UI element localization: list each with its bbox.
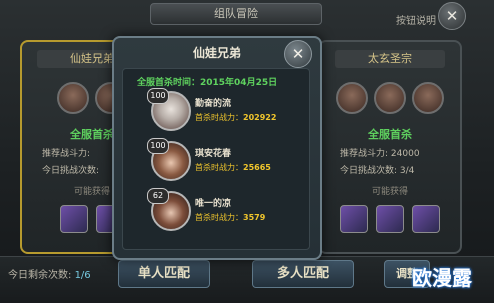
rewards-label: 可能获得 [371,187,408,197]
power-label: 首杀时战力： [195,113,243,122]
team-member: 100 勤奋的流 首杀时战力：202922 [147,88,301,131]
challenge-count-row: 今日挑战次数: 3/4 [340,163,460,176]
help-link[interactable]: 按钮说明 [396,12,436,27]
boss-avatars [320,82,460,114]
modal-content: 全服首杀时间：2015年04月25日 100 勤奋的流 首杀时战力：202922… [122,68,310,250]
level-badge: 62 [147,188,169,204]
watermark: 欧漫露 [412,266,472,290]
remaining-label: 今日剩余次数: [8,270,72,281]
player-power: 首杀时战力：25665 [195,162,271,173]
boss-avatar [412,82,444,114]
first-kill-time: 全服首杀时间：2015年04月25日 [137,78,278,88]
reward-items [320,205,460,233]
recommend-power-value: 24000 [390,149,420,159]
power-label: 首杀时战力： [195,213,243,222]
challenge-count-value: 3/4 [399,166,415,176]
player-power: 首杀时战力：202922 [195,112,276,123]
close-icon: ✕ [445,7,459,25]
team-member: 62 唯一的凉 首杀时战力：3579 [147,188,301,231]
level-badge: 100 [147,138,169,154]
close-icon: ✕ [291,45,305,63]
boss-avatar [57,82,89,114]
remaining-count: 今日剩余次数: 1/6 [8,266,91,281]
first-kill-label[interactable]: 全服首杀 [320,126,460,142]
reward-item-icon[interactable] [340,205,368,233]
player-name: 唯一的凉 [195,199,232,209]
level-badge: 100 [147,88,169,104]
reward-item-icon[interactable] [376,205,404,233]
page-title: 组队冒险 [150,3,322,25]
team-member: 100 琪安花春 首杀时战力：25665 [147,138,301,181]
dungeon-card-title: 太玄圣宗 [335,50,445,68]
boss-avatar [374,82,406,114]
multi-match-button[interactable]: 多人匹配 [252,260,354,288]
close-button[interactable]: ✕ [438,2,466,30]
challenge-count-label: 今日挑战次数: [340,166,398,176]
dungeon-card-right[interactable]: 太玄圣宗 全服首杀 推荐战斗力: 24000 今日挑战次数: 3/4 可能获得 [318,40,462,254]
player-name: 勤奋的流 [195,99,232,109]
reward-item-icon[interactable] [412,205,440,233]
player-name: 琪安花春 [195,149,232,159]
first-kill-modal: 仙娃兄弟 ✕ 全服首杀时间：2015年04月25日 100 勤奋的流 首杀时战力… [112,36,322,260]
power-value: 25665 [243,163,271,172]
player-power: 首杀时战力：3579 [195,212,265,223]
remaining-value: 1/6 [74,270,91,281]
reward-item-icon[interactable] [60,205,88,233]
power-value: 202922 [243,113,277,122]
recommend-power-row: 推荐战斗力: 24000 [340,146,460,159]
recommend-power-label: 推荐战斗力: [340,149,389,159]
power-label: 首杀时战力： [195,163,243,172]
modal-close-button[interactable]: ✕ [284,40,312,68]
boss-avatar [336,82,368,114]
single-match-button[interactable]: 单人匹配 [118,260,210,288]
power-value: 3579 [243,213,266,222]
